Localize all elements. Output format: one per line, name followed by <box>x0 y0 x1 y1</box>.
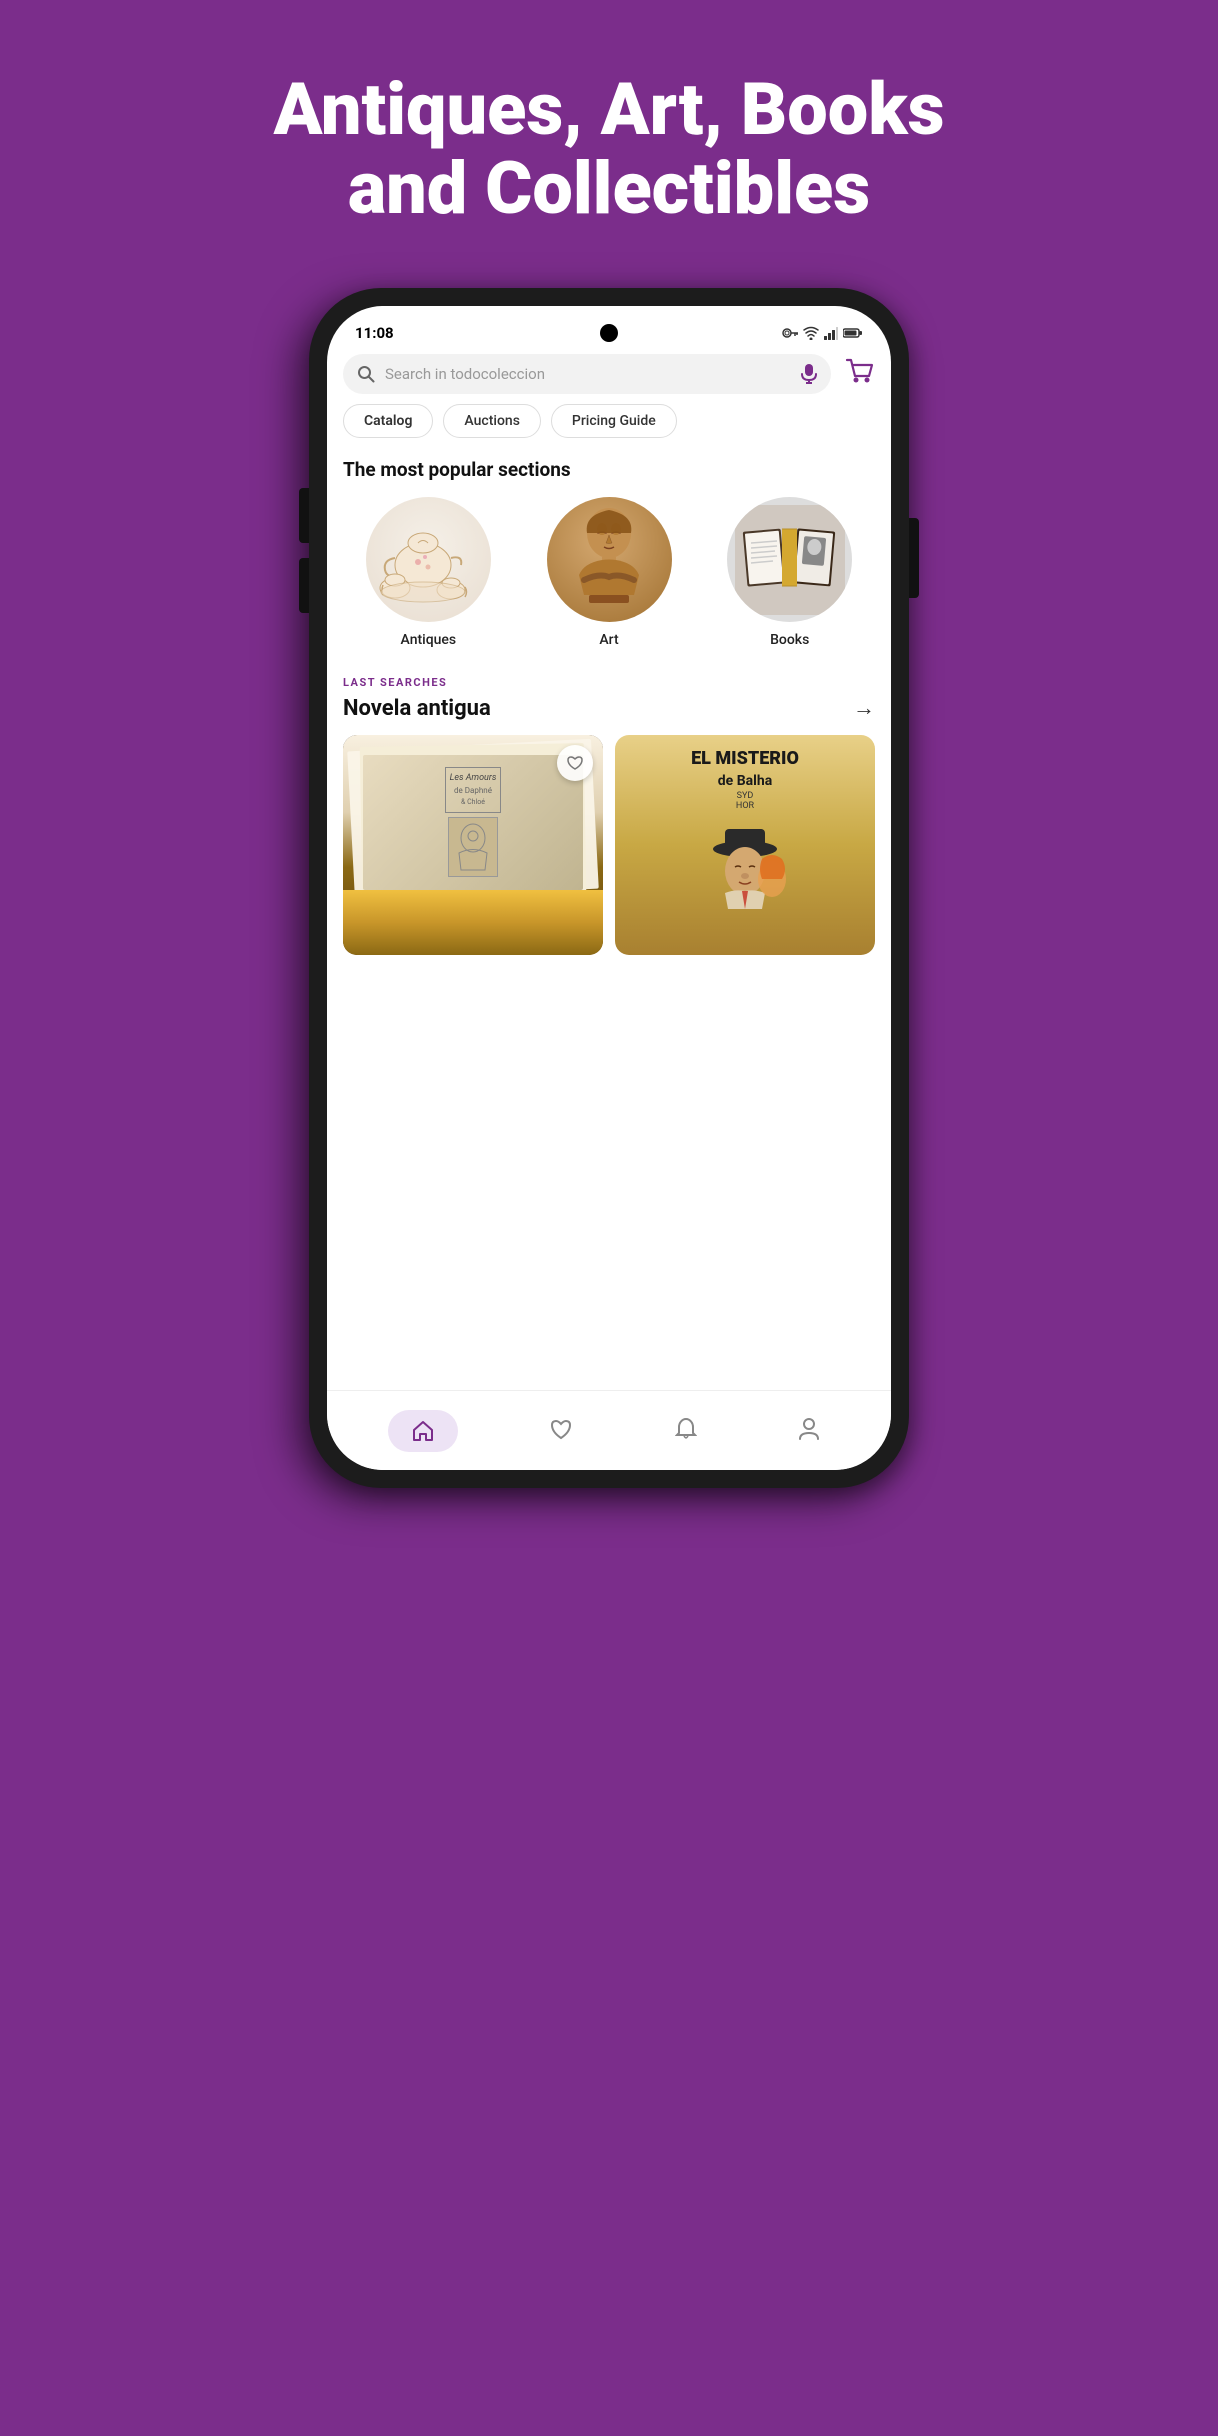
product-grid: Les Amours de Daphné & Chloé <box>327 735 891 955</box>
nav-notifications[interactable] <box>665 1407 707 1455</box>
status-time: 11:08 <box>355 324 394 342</box>
filter-tabs: Catalog Auctions Pricing Guide <box>327 404 891 454</box>
bottom-nav <box>327 1390 891 1470</box>
category-books[interactable]: Books <box>704 497 875 648</box>
tab-pricing-guide[interactable]: Pricing Guide <box>551 404 677 438</box>
mic-icon[interactable] <box>801 364 817 384</box>
nav-home[interactable] <box>388 1410 458 1452</box>
status-bar: 11:08 <box>327 306 891 350</box>
last-searches-section: LAST SEARCHES Novela antigua → <box>327 668 891 721</box>
status-icons <box>782 326 863 340</box>
camera-notch <box>600 324 618 342</box>
categories-row: Antiques <box>327 497 891 668</box>
signal-icon <box>824 326 838 340</box>
antiques-image <box>366 497 491 622</box>
tab-auctions[interactable]: Auctions <box>443 404 540 438</box>
arrow-icon[interactable]: → <box>853 695 875 721</box>
heart-icon <box>549 1418 573 1440</box>
popular-sections-title: The most popular sections <box>327 454 891 497</box>
books-label: Books <box>770 632 809 648</box>
product-card-1[interactable]: Les Amours de Daphné & Chloé <box>343 735 603 955</box>
search-placeholder: Search in todocoleccion <box>385 365 791 383</box>
phone-mockup: 11:08 <box>309 288 909 1488</box>
volume-down-button <box>299 558 309 613</box>
last-search-row[interactable]: Novela antigua → <box>343 695 875 721</box>
category-art[interactable]: Art <box>524 497 695 648</box>
battery-icon <box>843 327 863 339</box>
user-icon <box>798 1417 820 1441</box>
page-title: Antiques, Art, Books and Collectibles <box>174 0 1045 278</box>
last-search-text: Novela antigua <box>343 696 491 721</box>
wifi-icon <box>803 326 819 340</box>
antiques-label: Antiques <box>401 632 457 648</box>
key-icon <box>782 327 798 339</box>
home-icon <box>412 1420 434 1442</box>
books-image <box>727 497 852 622</box>
nav-profile[interactable] <box>788 1407 830 1455</box>
search-icon <box>357 365 375 383</box>
product-card-2[interactable]: EL MISTERIO de Balha SYDHOR <box>615 735 875 955</box>
volume-up-button <box>299 488 309 543</box>
tab-catalog[interactable]: Catalog <box>343 404 433 438</box>
search-bar[interactable]: Search in todocoleccion <box>343 354 831 394</box>
power-button <box>909 518 919 598</box>
cart-icon[interactable] <box>845 358 875 390</box>
last-searches-label: LAST SEARCHES <box>343 676 875 689</box>
phone-screen: 11:08 <box>327 306 891 1470</box>
art-image <box>547 497 672 622</box>
art-label: Art <box>599 632 618 648</box>
nav-favorites[interactable] <box>539 1408 583 1454</box>
bell-icon <box>675 1417 697 1441</box>
category-antiques[interactable]: Antiques <box>343 497 514 648</box>
